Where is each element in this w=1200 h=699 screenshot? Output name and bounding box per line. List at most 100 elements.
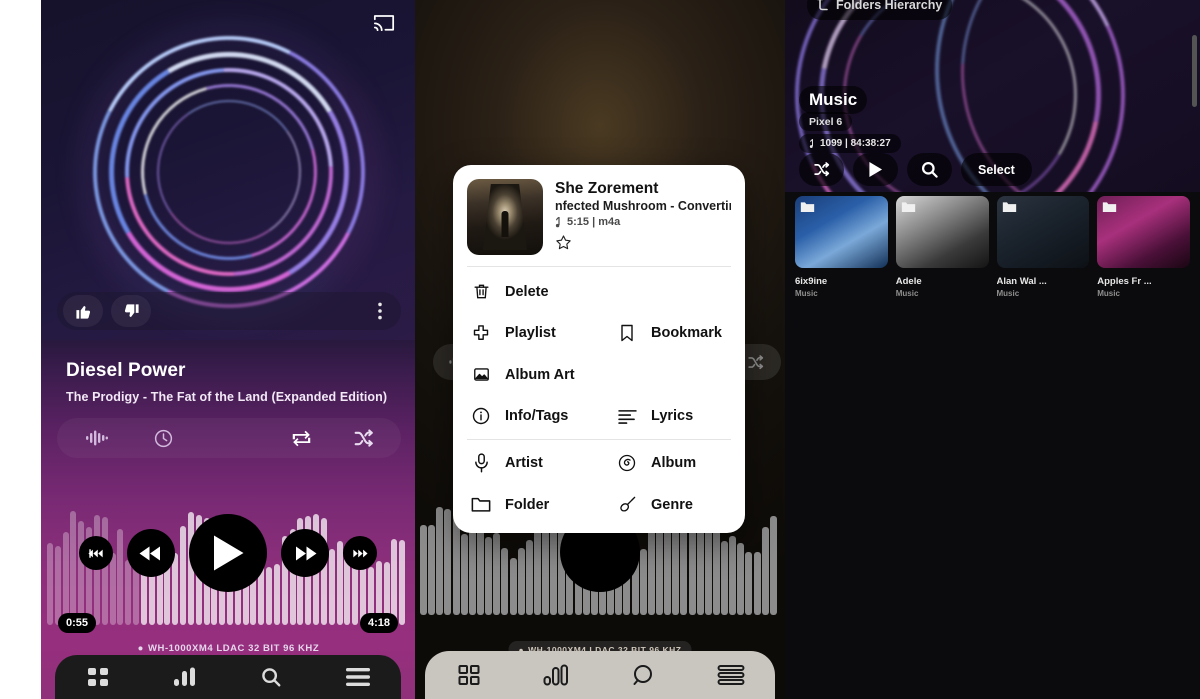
lyrics-lines-icon bbox=[617, 409, 637, 424]
waveform-bar bbox=[485, 537, 493, 615]
waveform-bar bbox=[525, 539, 533, 615]
library-action-bar: Select bbox=[799, 153, 1032, 186]
menu-item-genre[interactable]: Genre bbox=[599, 484, 745, 525]
elapsed-time: 0:55 bbox=[58, 613, 97, 633]
library-hero-banner: Folders Hierarchy Music Pixel 6 1099 | 8… bbox=[785, 0, 1200, 192]
context-track-artist: nfected Mushroom - Converting V bbox=[555, 199, 731, 214]
select-button[interactable]: Select bbox=[961, 153, 1032, 186]
context-menu-row: Album Art bbox=[453, 354, 745, 395]
menu-item-album[interactable]: Album bbox=[599, 442, 745, 484]
play-button[interactable] bbox=[853, 153, 898, 186]
thumbs-up-icon[interactable] bbox=[63, 295, 103, 327]
nav-search-icon[interactable] bbox=[228, 666, 315, 688]
play-button[interactable] bbox=[189, 514, 267, 592]
menu-item-lyrics[interactable]: Lyrics bbox=[599, 395, 745, 437]
nav-queue-icon[interactable] bbox=[688, 664, 776, 686]
waveform-bar bbox=[517, 547, 525, 615]
context-menu-row: Folder Genre bbox=[453, 484, 745, 525]
folder-badge-icon bbox=[1102, 200, 1117, 212]
scrollbar-thumb[interactable] bbox=[1192, 35, 1197, 107]
folder-badge-icon bbox=[1002, 200, 1017, 212]
folder-name: Alan Wal ... bbox=[996, 276, 1047, 287]
guitar-icon bbox=[617, 495, 637, 514]
waveform-bar bbox=[420, 524, 427, 615]
waveform-bar bbox=[729, 536, 737, 615]
kebab-menu-icon[interactable] bbox=[367, 295, 393, 327]
menu-item-label: Album Art bbox=[505, 366, 575, 383]
context-menu-items: Delete Playlist Bookmark Album Art Info/Tags… bbox=[453, 267, 745, 533]
menu-item-playlist[interactable]: Playlist bbox=[453, 312, 599, 354]
reaction-bar bbox=[57, 292, 401, 330]
folder-parent: Music bbox=[795, 289, 818, 298]
context-menu-row: Playlist Bookmark bbox=[453, 312, 745, 354]
nav-equalizer-icon[interactable] bbox=[142, 667, 229, 687]
next-track-button[interactable] bbox=[343, 536, 377, 570]
folder-grid: 6ix9ine Music Adele Music Alan Wal ... Music A… bbox=[785, 196, 1200, 298]
duration-text: 5:15 | m4a bbox=[567, 216, 621, 229]
album-art-thumbnail[interactable] bbox=[467, 179, 543, 255]
search-button[interactable] bbox=[907, 153, 952, 186]
breadcrumb[interactable]: Folders Hierarchy bbox=[807, 0, 953, 20]
menu-item-label: Delete bbox=[505, 283, 549, 300]
waveform-bar bbox=[542, 522, 550, 615]
menu-item-label: Info/Tags bbox=[505, 408, 569, 425]
nav-grid-icon[interactable] bbox=[425, 663, 513, 687]
sleep-timer-icon[interactable] bbox=[139, 420, 187, 456]
folder-title: Music bbox=[799, 86, 868, 114]
previous-track-button[interactable] bbox=[79, 536, 113, 570]
menu-item-bookmark[interactable]: Bookmark bbox=[599, 312, 745, 354]
star-outline-icon[interactable] bbox=[555, 234, 572, 251]
equalizer-icon[interactable] bbox=[73, 420, 121, 456]
menu-item-info-tags[interactable]: Info/Tags bbox=[453, 395, 599, 437]
folder-icon bbox=[471, 496, 491, 513]
waveform-bar bbox=[428, 524, 436, 615]
library-panel: Folders Hierarchy Music Pixel 6 1099 | 8… bbox=[785, 0, 1200, 699]
folder-grid-item[interactable]: Adele Music bbox=[892, 196, 993, 298]
trash-icon bbox=[471, 282, 491, 301]
menu-item-artist[interactable]: Artist bbox=[453, 442, 599, 484]
screenshot-root: Diesel Power The Prodigy - The Fat of th… bbox=[0, 0, 1200, 699]
waveform-bar bbox=[639, 549, 647, 615]
audio-codec-info: ● WH-1000XM4 LDAC 32 BIT 96 KHZ bbox=[137, 643, 320, 654]
context-menu-row: Artist Album bbox=[453, 442, 745, 484]
info-circle-icon bbox=[471, 406, 491, 426]
waveform-bar bbox=[509, 558, 517, 615]
folder-badge-icon bbox=[800, 200, 815, 212]
folder-parent: Music bbox=[1097, 289, 1120, 298]
nav-queue-icon[interactable] bbox=[315, 667, 402, 687]
folder-parent: Music bbox=[996, 289, 1020, 298]
menu-item-label: Playlist bbox=[505, 325, 556, 342]
nav-equalizer-icon[interactable] bbox=[513, 664, 601, 686]
player-tools-bar bbox=[57, 418, 401, 458]
menu-item-label: Artist bbox=[505, 455, 543, 472]
menu-item-album-art[interactable]: Album Art bbox=[453, 354, 745, 395]
cast-icon[interactable] bbox=[371, 10, 397, 32]
folder-thumbnail bbox=[895, 196, 989, 268]
waveform-bar bbox=[647, 526, 655, 615]
menu-item-folder[interactable]: Folder bbox=[453, 484, 599, 525]
folder-grid-item[interactable]: Apples Fr ... Music bbox=[1093, 196, 1194, 298]
menu-item-label: Bookmark bbox=[651, 325, 722, 342]
folder-grid-item[interactable]: 6ix9ine Music bbox=[791, 196, 892, 298]
album-art-visualizer bbox=[41, 0, 415, 340]
fast-forward-button[interactable] bbox=[281, 529, 329, 577]
thumbs-down-icon[interactable] bbox=[111, 295, 151, 327]
menu-item-delete[interactable]: Delete bbox=[453, 271, 745, 312]
shuffle-icon[interactable] bbox=[339, 420, 387, 456]
track-subtitle: The Prodigy - The Fat of the Land (Expan… bbox=[66, 390, 388, 404]
repeat-icon[interactable] bbox=[277, 420, 325, 456]
transport-controls bbox=[41, 512, 415, 594]
now-playing-panel: Diesel Power The Prodigy - The Fat of th… bbox=[41, 0, 415, 699]
nav-grid-icon[interactable] bbox=[55, 666, 142, 688]
nav-search-icon[interactable] bbox=[600, 663, 688, 687]
folder-grid-item[interactable]: Alan Wal ... Music bbox=[993, 196, 1094, 298]
menu-item-label: Lyrics bbox=[651, 408, 694, 425]
menu-item-label: Album bbox=[651, 455, 697, 472]
bottom-nav-bar bbox=[55, 655, 401, 699]
stats-text: 1099 | 84:38:27 bbox=[820, 138, 891, 149]
context-menu-panel: ● WH-1000XM4 LDAC 32 BIT 96 KHZ She Zore… bbox=[415, 0, 785, 699]
library-stats: 1099 | 84:38:27 bbox=[799, 134, 901, 153]
rewind-button[interactable] bbox=[127, 529, 175, 577]
breadcrumb-label: Folders Hierarchy bbox=[836, 0, 943, 12]
shuffle-button[interactable] bbox=[799, 153, 844, 186]
